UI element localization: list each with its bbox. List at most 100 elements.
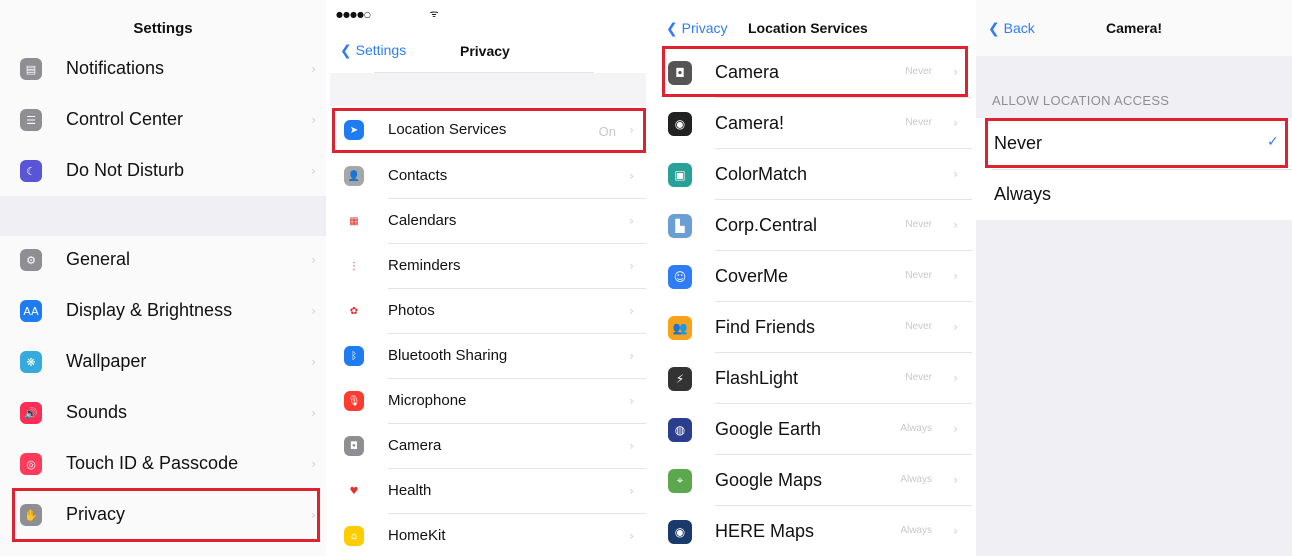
privacy-item-label: Microphone	[388, 392, 467, 409]
google-earth-icon: ◍	[668, 417, 692, 442]
chevron-right-icon: ›	[629, 438, 634, 453]
chevron-left-icon: ❮	[340, 43, 352, 59]
location-item-camera[interactable]: ◉ Camera! Never ›	[650, 99, 972, 149]
location-item-value: Always	[900, 525, 932, 536]
back-label: Settings	[355, 42, 407, 58]
privacy-item-homekit[interactable]: ⌂ HomeKit ›	[330, 514, 646, 556]
settings-item-label: Touch ID & Passcode	[66, 453, 239, 474]
privacy-highlight	[12, 488, 320, 542]
chevron-right-icon: ›	[311, 252, 316, 267]
photos-icon: ✿	[344, 301, 364, 321]
camera-detail-title: Camera!	[1106, 20, 1163, 36]
settings-item-label: Do Not Disturb	[66, 160, 185, 181]
privacy-panel: ●●●●○ ᯤ ❮ Settings Privacy ➤ Location Ser…	[330, 0, 646, 556]
chevron-right-icon: ›	[953, 371, 958, 385]
location-item-value: Never	[905, 219, 932, 230]
chevron-left-icon: ❮	[666, 21, 678, 37]
camera-lens-icon: ◉	[668, 111, 692, 136]
location-title: Location Services	[748, 20, 868, 36]
location-item-here-maps[interactable]: ◉ HERE Maps Always ›	[650, 507, 972, 556]
privacy-item-label: Photos	[388, 302, 435, 319]
settings-item-touch-id-passcode[interactable]: ◎ Touch ID & Passcode ›	[0, 440, 326, 488]
location-item-label: ColorMatch	[715, 163, 808, 184]
privacy-item-label: Bluetooth Sharing	[388, 347, 508, 364]
section-header: ALLOW LOCATION ACCESS	[992, 93, 1170, 108]
calendar-icon: ▦	[344, 211, 364, 231]
privacy-item-contacts[interactable]: 👤 Contacts ›	[330, 154, 646, 199]
option-label: Always	[994, 184, 1052, 204]
chevron-right-icon: ›	[629, 258, 634, 273]
settings-item-display-brightness[interactable]: AA Display & Brightness ›	[0, 287, 326, 335]
option-always[interactable]: Always	[976, 170, 1292, 220]
chevron-right-icon: ›	[311, 405, 316, 420]
settings-item-label: Display & Brightness	[66, 300, 233, 321]
privacy-item-camera[interactable]: ◘ Camera ›	[330, 424, 646, 469]
heart-icon: ♥	[344, 481, 364, 501]
privacy-item-calendars[interactable]: ▦ Calendars ›	[330, 199, 646, 244]
location-item-value: Always	[900, 474, 932, 485]
location-item-coverme[interactable]: ☺ CoverMe Never ›	[650, 252, 972, 302]
settings-item-wallpaper[interactable]: ❋ Wallpaper ›	[0, 338, 326, 386]
privacy-item-photos[interactable]: ✿ Photos ›	[330, 289, 646, 334]
chevron-right-icon: ›	[629, 213, 634, 228]
settings-item-control-center[interactable]: ☰ Control Center ›	[0, 96, 326, 144]
camera-icon: ◘	[344, 436, 364, 456]
privacy-item-bluetooth-sharing[interactable]: ᛒ Bluetooth Sharing ›	[330, 334, 646, 379]
privacy-item-reminders[interactable]: ⋮ Reminders ›	[330, 244, 646, 289]
chevron-right-icon: ›	[311, 456, 316, 471]
notifications-icon: ▤	[20, 58, 42, 80]
location-item-label: Google Maps	[715, 469, 823, 490]
location-panel: ❮ Privacy Location Services ◘ Camera Never…	[650, 0, 972, 556]
settings-item-label: Wallpaper	[66, 351, 147, 372]
privacy-item-label: Camera	[388, 437, 442, 454]
settings-group-gap	[0, 196, 326, 236]
moon-icon: ☾	[20, 160, 42, 182]
chevron-right-icon: ›	[629, 303, 634, 318]
back-button[interactable]: ❮ Privacy	[666, 20, 728, 37]
chevron-right-icon: ›	[311, 163, 316, 178]
find-friends-icon: 👥	[668, 315, 692, 340]
settings-item-notifications[interactable]: ▤ Notifications ›	[0, 45, 326, 93]
location-item-label: FlashLight	[715, 367, 799, 388]
location-item-label: HERE Maps	[715, 520, 815, 541]
location-item-label: Find Friends	[715, 316, 816, 337]
reminders-icon: ⋮	[344, 256, 364, 276]
back-button[interactable]: ❮ Back	[988, 20, 1035, 37]
chevron-right-icon: ›	[311, 61, 316, 76]
bluetooth-icon: ᛒ	[344, 346, 364, 366]
chevron-right-icon: ›	[953, 269, 958, 283]
chevron-right-icon: ›	[629, 168, 634, 183]
flashlight-icon: ⚡	[668, 366, 692, 391]
chevron-right-icon: ›	[311, 303, 316, 318]
back-button[interactable]: ❮ Settings	[340, 42, 406, 59]
settings-item-label: General	[66, 249, 131, 270]
signal-icon: ●●●●○	[336, 10, 371, 19]
location-item-value: Always	[900, 423, 932, 434]
location-item-google-earth[interactable]: ◍ Google Earth Always ›	[650, 405, 972, 455]
chevron-right-icon: ›	[629, 348, 634, 363]
privacy-item-microphone[interactable]: 🎙 Microphone ›	[330, 379, 646, 424]
settings-item-sounds[interactable]: 🔊 Sounds ›	[0, 389, 326, 437]
chevron-right-icon: ›	[953, 218, 958, 232]
camera-detail-panel: ❮ Back Camera! ALLOW LOCATION ACCESS Nev…	[976, 0, 1292, 556]
location-item-value: Never	[905, 270, 932, 281]
location-item-google-maps[interactable]: ⌖ Google Maps Always ›	[650, 456, 972, 506]
settings-item-general[interactable]: ⚙ General ›	[0, 236, 326, 284]
location-item-colormatch[interactable]: ▣ ColorMatch ›	[650, 150, 972, 200]
settings-item-label: Notifications	[66, 58, 165, 79]
settings-item-label: Control Center	[66, 109, 184, 130]
privacy-item-health[interactable]: ♥ Health ›	[330, 469, 646, 514]
settings-item-do-not-disturb[interactable]: ☾ Do Not Disturb ›	[0, 147, 326, 195]
gear-icon: ⚙	[20, 249, 42, 271]
google-maps-icon: ⌖	[668, 468, 692, 493]
privacy-item-label: Calendars	[388, 212, 457, 229]
location-item-value: Never	[905, 372, 932, 383]
location-item-find-friends[interactable]: 👥 Find Friends Never ›	[650, 303, 972, 353]
coverme-icon: ☺	[668, 264, 692, 289]
location-item-flashlight[interactable]: ⚡ FlashLight Never ›	[650, 354, 972, 404]
chevron-right-icon: ›	[953, 524, 958, 538]
fingerprint-icon: ◎	[20, 453, 42, 475]
location-item-corp-central[interactable]: ▙ Corp.Central Never ›	[650, 201, 972, 251]
here-maps-icon: ◉	[668, 519, 692, 544]
location-item-label: Camera!	[715, 112, 785, 133]
